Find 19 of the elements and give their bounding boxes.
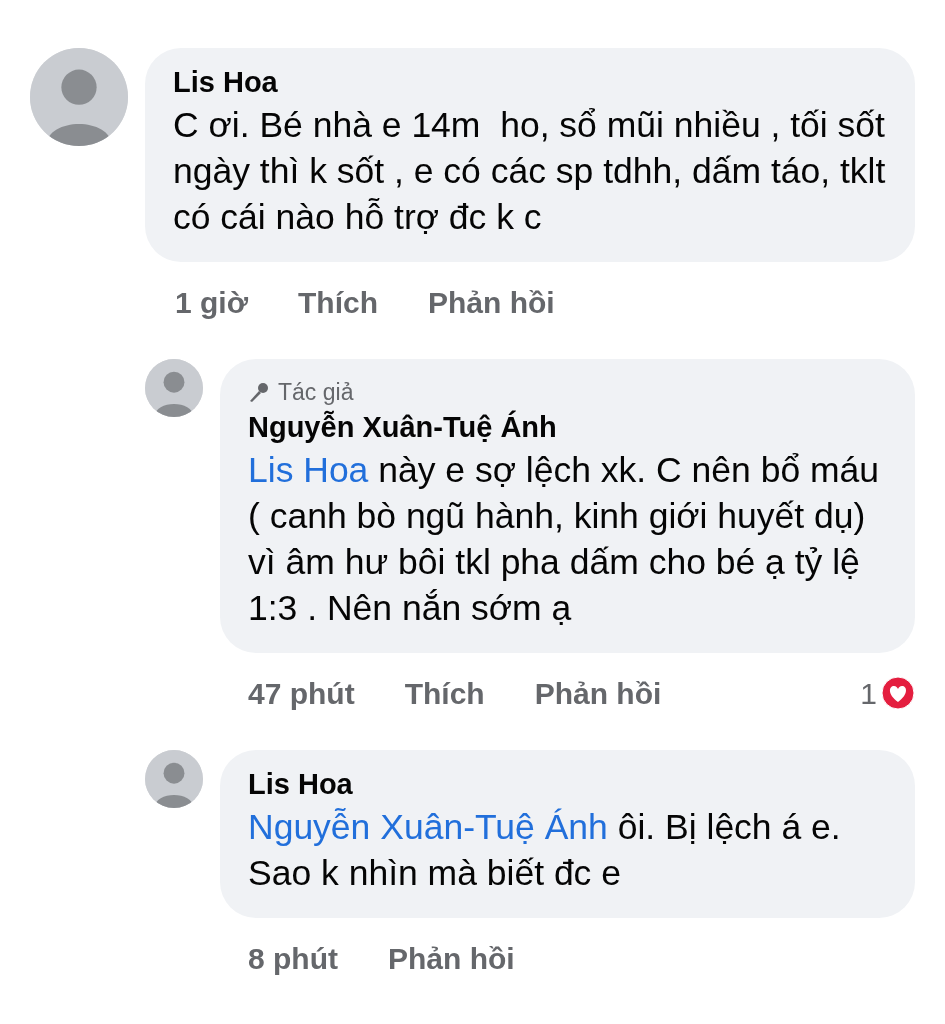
timestamp: 1 giờ [175, 284, 248, 321]
comment-text: C ơi. Bé nhà e 14m ho, sổ mũi nhiều , tối sốt ngày thì k sốt , e có các sp tdhh, dấm táo, tklt có cái nào hỗ trợ đc k c [173, 103, 887, 239]
microphone-icon [248, 380, 270, 403]
comment-text: Lis Hoa này e sợ lệch xk. C nên bổ máu ( canh bò ngũ hành, kinh giới huyết dụ) vì âm hư bôi tkl pha dấm cho bé ạ tỷ lệ 1:3 . Nên nắn sớm ạ [248, 448, 881, 630]
comment-text: Nguyễn Xuân-Tuệ Ánh ôi. Bị lệch á e. Sao k nhìn mà biết đc e [248, 805, 842, 895]
action-link[interactable]: Thích [298, 279, 378, 325]
reaction-count: 1 [860, 675, 877, 712]
action-link[interactable]: Phản hồi [388, 935, 515, 981]
author-name[interactable]: Lis Hoa [248, 767, 353, 800]
timestamp: 47 phút [248, 675, 355, 712]
timestamp: 8 phút [248, 940, 338, 977]
author-name[interactable]: Lis Hoa [173, 66, 278, 98]
action-link[interactable]: Phản hồi [428, 279, 555, 325]
mention-link[interactable]: Lis Hoa [248, 449, 369, 490]
action-link[interactable]: Thích [404, 670, 485, 716]
action-link[interactable]: Phản hồi [534, 670, 662, 716]
author-name[interactable]: Nguyễn Xuân-Tuệ Ánh [248, 411, 557, 444]
author-label: Tác giả [278, 377, 354, 407]
mention-link[interactable]: Nguyễn Xuân-Tuệ Ánh [248, 806, 608, 847]
